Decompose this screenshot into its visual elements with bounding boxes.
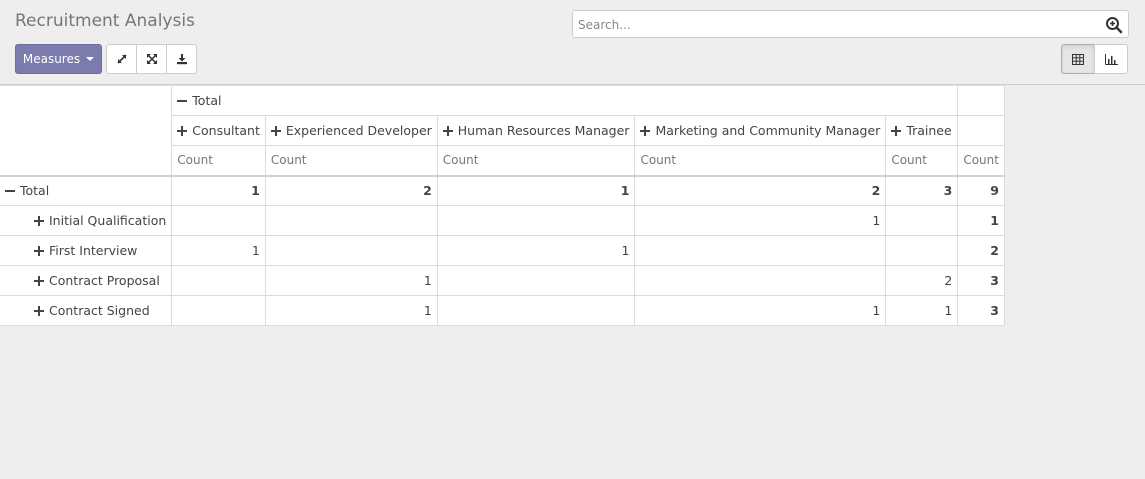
col-header-hr-manager[interactable]: Human Resources Manager bbox=[436, 115, 636, 146]
row-header-label: Contract Signed bbox=[49, 303, 150, 318]
cell-value[interactable]: 1 bbox=[264, 295, 438, 326]
expand-icon bbox=[177, 126, 188, 136]
flip-axis-icon bbox=[116, 54, 127, 64]
cell-value[interactable] bbox=[885, 205, 959, 236]
cell-value[interactable]: 1 bbox=[171, 235, 266, 266]
cell-value[interactable]: 1 bbox=[634, 205, 887, 236]
expand-icon bbox=[34, 216, 44, 226]
bar-chart-icon bbox=[1104, 53, 1118, 65]
measure-header[interactable]: Count bbox=[957, 145, 1005, 176]
row-header[interactable]: First Interview bbox=[0, 235, 173, 266]
measure-header[interactable]: Count bbox=[264, 145, 438, 176]
page-title: Recruitment Analysis bbox=[15, 11, 195, 31]
col-header-trainee[interactable]: Trainee bbox=[885, 115, 959, 146]
expand-icon bbox=[640, 126, 651, 136]
cell-value[interactable]: 2 bbox=[885, 265, 959, 296]
cell-value[interactable]: 3 bbox=[957, 265, 1005, 296]
expand-icon bbox=[442, 126, 453, 136]
collapse-icon bbox=[5, 186, 15, 196]
cell-value[interactable] bbox=[436, 265, 636, 296]
collapse-icon bbox=[177, 96, 188, 106]
view-switcher bbox=[1061, 44, 1128, 74]
col-header-label: Marketing and Community Manager bbox=[655, 123, 881, 138]
row-header-label: First Interview bbox=[49, 243, 138, 258]
table-icon bbox=[1072, 53, 1084, 65]
measure-header[interactable]: Count bbox=[436, 145, 636, 176]
expand-icon bbox=[270, 126, 281, 136]
col-header-total-label: Total bbox=[192, 93, 222, 108]
expand-icon bbox=[34, 306, 44, 316]
table-row: Contract Proposal 1 2 3 bbox=[0, 265, 1005, 296]
cell-value[interactable]: 1 bbox=[634, 295, 887, 326]
flip-axis-button[interactable] bbox=[106, 44, 137, 74]
row-header[interactable]: Initial Qualification bbox=[0, 205, 173, 236]
col-header-label: Experienced Developer bbox=[285, 123, 432, 138]
cell-value[interactable] bbox=[171, 205, 266, 236]
pivot-tools bbox=[106, 44, 197, 74]
cell-value[interactable]: 3 bbox=[957, 295, 1005, 326]
row-header-label: Initial Qualification bbox=[49, 213, 167, 228]
cell-value[interactable]: 1 bbox=[436, 174, 636, 206]
download-button[interactable] bbox=[166, 44, 197, 74]
expand-icon bbox=[34, 276, 44, 286]
pivot-table: Total Consultant Experienced Developer H… bbox=[0, 85, 1005, 326]
measure-header[interactable]: Count bbox=[634, 145, 887, 176]
control-panel: Recruitment Analysis Measures bbox=[0, 0, 1145, 85]
measures-label: Measures bbox=[22, 52, 81, 66]
cell-value[interactable]: 1 bbox=[171, 174, 266, 206]
col-header-label: Trainee bbox=[906, 123, 952, 138]
expand-icon bbox=[891, 126, 902, 136]
measures-dropdown-button[interactable]: Measures bbox=[15, 44, 102, 74]
cell-value[interactable]: 2 bbox=[264, 174, 438, 206]
cell-value[interactable]: 2 bbox=[957, 235, 1005, 266]
col-header-marketing-manager[interactable]: Marketing and Community Manager bbox=[634, 115, 887, 146]
pivot-corner bbox=[0, 85, 173, 176]
row-header-total[interactable]: Total bbox=[0, 174, 173, 206]
expand-icon bbox=[34, 246, 44, 256]
pivot-view-button[interactable] bbox=[1061, 44, 1095, 74]
col-header-experienced-developer[interactable]: Experienced Developer bbox=[264, 115, 438, 146]
search-input[interactable] bbox=[578, 15, 1098, 34]
cell-value[interactable] bbox=[264, 235, 438, 266]
cell-value[interactable] bbox=[171, 265, 266, 296]
download-icon bbox=[176, 54, 187, 65]
cell-value[interactable]: 1 bbox=[957, 205, 1005, 236]
table-row-total: Total 1 2 1 2 3 9 bbox=[0, 174, 1005, 206]
search-zoom-icon[interactable] bbox=[1105, 16, 1123, 34]
cell-value[interactable] bbox=[171, 295, 266, 326]
col-header-label: Consultant bbox=[192, 123, 260, 138]
col-header-label: Human Resources Manager bbox=[457, 123, 630, 138]
measure-header[interactable]: Count bbox=[171, 145, 266, 176]
expand-all-button[interactable] bbox=[136, 44, 167, 74]
cell-value[interactable] bbox=[264, 205, 438, 236]
table-row: Initial Qualification 1 1 bbox=[0, 205, 1005, 236]
row-header-label: Total bbox=[20, 183, 50, 199]
cell-value[interactable]: 1 bbox=[436, 235, 636, 266]
row-header-label: Contract Proposal bbox=[49, 273, 160, 288]
cell-value[interactable]: 2 bbox=[634, 174, 887, 206]
col-header-consultant[interactable]: Consultant bbox=[171, 115, 266, 146]
col-header-total-blank bbox=[957, 85, 1005, 116]
cell-value[interactable] bbox=[436, 205, 636, 236]
row-header[interactable]: Contract Proposal bbox=[0, 265, 173, 296]
cell-value[interactable]: 3 bbox=[885, 174, 959, 206]
cell-value[interactable] bbox=[634, 265, 887, 296]
col-header-blank bbox=[957, 115, 1005, 146]
cell-value[interactable] bbox=[885, 235, 959, 266]
measure-header[interactable]: Count bbox=[885, 145, 959, 176]
cell-value[interactable]: 1 bbox=[885, 295, 959, 326]
search-box[interactable] bbox=[572, 10, 1129, 38]
graph-view-button[interactable] bbox=[1094, 44, 1128, 74]
table-row: Contract Signed 1 1 1 3 bbox=[0, 295, 1005, 326]
table-row: First Interview 1 1 2 bbox=[0, 235, 1005, 266]
row-header[interactable]: Contract Signed bbox=[0, 295, 173, 326]
cell-value[interactable] bbox=[436, 295, 636, 326]
cell-value[interactable]: 1 bbox=[264, 265, 438, 296]
caret-down-icon bbox=[86, 57, 95, 61]
cell-value[interactable] bbox=[634, 235, 887, 266]
cell-value[interactable]: 9 bbox=[957, 174, 1005, 206]
expand-all-icon bbox=[146, 54, 157, 64]
col-header-total[interactable]: Total bbox=[171, 85, 959, 116]
